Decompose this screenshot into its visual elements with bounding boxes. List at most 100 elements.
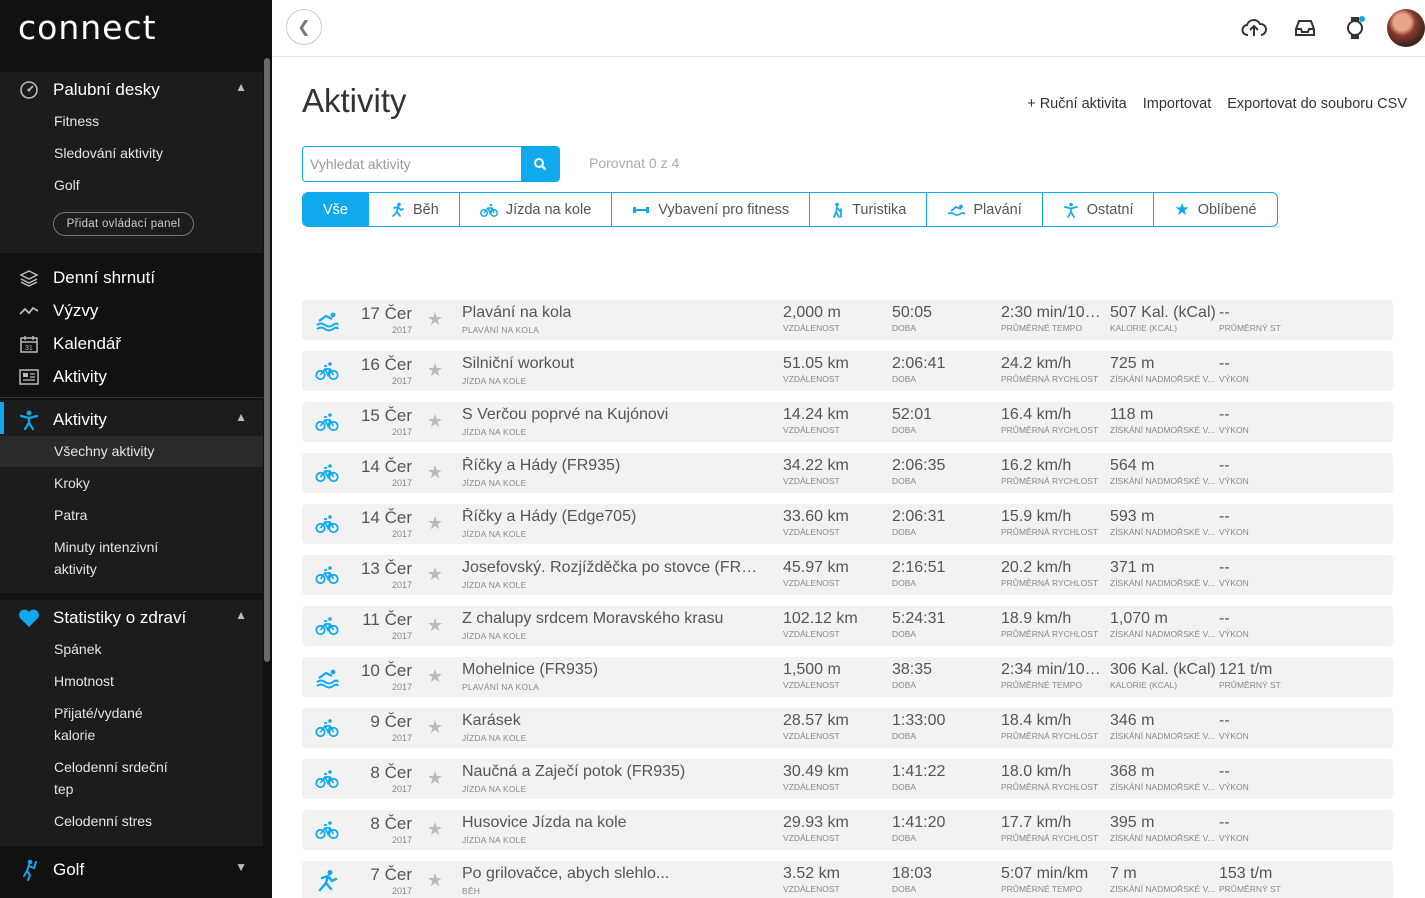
metric-label: DOBA [892,323,917,333]
metric-label: PRŮMĚRNÁ RYCHLOST [1001,629,1099,639]
filter-cycling[interactable]: Jízda na kole [460,193,613,226]
export-csv-link[interactable]: Exportovat do souboru CSV [1227,96,1407,112]
filter-swimming[interactable]: Plavání [927,193,1043,226]
manual-activity-link[interactable]: + Ruční aktivita [1027,96,1127,112]
activity-row[interactable]: 8 Čer 2017 ★ Naučná a Zaječí potok (FR935) J… [302,759,1393,799]
metric-value: -- [1219,763,1230,780]
metric-value: 2:06:31 [892,508,946,525]
activity-row[interactable]: 14 Čer 2017 ★ Říčky a Hády (Edge705) JÍZDA N… [302,504,1393,544]
activity-name[interactable]: Říčky a Hády (Edge705) [462,508,636,526]
filter-favorites[interactable]: ★ Oblíbené [1154,193,1276,226]
calendar-icon: 31 [18,333,40,355]
watch-icon[interactable] [1341,14,1369,42]
activity-row[interactable]: 11 Čer 2017 ★ Z chalupy srdcem Moravského k… [302,606,1393,646]
activity-row[interactable]: 7 Čer 2017 ★ Po grilovačce, abych slehlo...… [302,861,1393,898]
activity-row[interactable]: 15 Čer 2017 ★ S Verčou poprvé na Kujónovi JÍ… [302,402,1393,442]
sidebar-sub-fitness[interactable]: Fitness [54,110,99,132]
activity-name[interactable]: S Verčou poprvé na Kujónovi [462,406,668,424]
connect-logo[interactable]: connect [18,8,157,47]
favorite-star-icon[interactable]: ★ [427,513,443,534]
favorite-star-icon[interactable]: ★ [427,309,443,330]
activity-metric: 2:34 min/100 ... PRŮMĚRNÉ TEMPO [1001,661,1109,690]
sidebar-item-golf[interactable]: Golf ▼ [0,854,263,886]
chevron-down-icon[interactable]: ▼ [235,860,247,874]
search-input[interactable] [303,147,521,181]
activity-name[interactable]: Z chalupy srdcem Moravského krasu [462,610,723,628]
sidebar-item-health-stats[interactable]: Statistiky o zdraví ▲ [0,602,263,634]
activity-type-filter: Vše Běh Jízda na kole Vybavení pro fitne… [302,192,1278,227]
add-dashboard-button[interactable]: Přidat ovládací panel [53,212,194,236]
sidebar-item-activities-feed[interactable]: Aktivity [0,361,263,393]
favorite-star-icon[interactable]: ★ [427,564,443,585]
activity-name[interactable]: Naučná a Zaječí potok (FR935) [462,763,685,781]
chevron-up-icon[interactable]: ▲ [235,410,247,424]
favorite-star-icon[interactable]: ★ [427,870,443,891]
metric-label: VZDÁLENOST [783,323,840,333]
sidebar-item-challenges[interactable]: Výzvy [0,295,263,327]
activity-name[interactable]: Husovice Jízda na kole [462,814,627,832]
activity-name[interactable]: Josefovský. Rozjížděčka po stovce (FR93.… [462,559,762,577]
import-link[interactable]: Importovat [1143,96,1212,112]
activity-name[interactable]: Plavání na kola [462,304,571,322]
sidebar-sub-intensity-minutes[interactable]: Minuty intenzivní aktivity [54,536,184,580]
favorite-star-icon[interactable]: ★ [427,462,443,483]
activity-name[interactable]: Mohelnice (FR935) [462,661,598,679]
activity-metric: 30.49 km VZDÁLENOST [783,763,888,792]
favorite-star-icon[interactable]: ★ [427,411,443,432]
filter-all[interactable]: Vše [303,193,369,226]
activity-metric: 1:41:22 DOBA [892,763,997,792]
search-button[interactable] [521,147,559,181]
favorite-star-icon[interactable]: ★ [427,360,443,381]
activity-row[interactable]: 16 Čer 2017 ★ Silniční workout JÍZDA NA KOLE… [302,351,1393,391]
metric-value: 102.12 km [783,610,858,627]
activity-row[interactable]: 10 Čer 2017 ★ Mohelnice (FR935) PLAVÁNÍ NA K… [302,657,1393,697]
sidebar-sub-activity-tracking[interactable]: Sledování aktivity [54,142,163,164]
activity-row[interactable]: 14 Čer 2017 ★ Říčky a Hády (FR935) JÍZDA NA … [302,453,1393,493]
activity-name[interactable]: Říčky a Hády (FR935) [462,457,620,475]
metric-label: VZDÁLENOST [783,629,840,639]
activity-name[interactable]: Po grilovačce, abych slehlo... [462,865,669,883]
activity-name[interactable]: Silniční workout [462,355,574,373]
upload-cloud-icon[interactable] [1240,14,1268,42]
sidebar-sub-steps[interactable]: Kroky [54,472,90,494]
chevron-up-icon[interactable]: ▲ [235,80,247,94]
activity-metric: -- VÝKON [1219,814,1324,843]
sidebar-sub-heart-rate[interactable]: Celodenní srdeční tep [54,756,179,800]
avatar[interactable] [1387,9,1425,47]
chevron-up-icon[interactable]: ▲ [235,608,247,622]
sidebar-sub-calories[interactable]: Přijaté/vydané kalorie [54,702,164,746]
back-button[interactable]: ❮ [286,9,322,45]
favorite-star-icon[interactable]: ★ [427,768,443,789]
sidebar-item-daily-summary[interactable]: Denní shrnutí [0,262,263,294]
activity-row[interactable]: 9 Čer 2017 ★ Karásek JÍZDA NA KOLE 28.57 km VZ… [302,708,1393,748]
sidebar-item-dashboards[interactable]: Palubní desky ▲ [0,74,263,106]
search-box [302,146,560,182]
sidebar-item-calendar[interactable]: 31 Kalendář [0,328,263,360]
activity-row[interactable]: 17 Čer 2017 ★ Plavání na kola PLAVÁNÍ NA KOL… [302,300,1393,340]
sidebar-sub-sleep[interactable]: Spánek [54,638,101,660]
filter-other[interactable]: Ostatní [1043,193,1155,226]
favorite-star-icon[interactable]: ★ [427,819,443,840]
sidebar-item-activities[interactable]: Aktivity ▲ [0,404,263,436]
filter-running[interactable]: Běh [369,193,460,226]
favorite-star-icon[interactable]: ★ [427,717,443,738]
sidebar-sub-golf[interactable]: Golf [54,174,80,196]
filter-hiking[interactable]: Turistika [810,193,928,226]
compare-counter[interactable]: Porovnat 0 z 4 [589,155,679,171]
activity-year: 2017 [392,835,413,845]
activity-row[interactable]: 8 Čer 2017 ★ Husovice Jízda na kole JÍZDA NA… [302,810,1393,850]
filter-fitness-equipment[interactable]: Vybavení pro fitness [612,193,811,226]
favorite-star-icon[interactable]: ★ [427,615,443,636]
activity-subtype: PLAVÁNÍ NA KOLA [462,325,540,335]
activity-row[interactable]: 13 Čer 2017 ★ Josefovský. Rozjížděčka po st… [302,555,1393,595]
inbox-icon[interactable] [1291,14,1319,42]
sidebar-sub-floors[interactable]: Patra [54,504,87,526]
sidebar-sub-all-activities[interactable]: Všechny aktivity [54,440,154,462]
sidebar-sub-stress[interactable]: Celodenní stres [54,810,152,832]
favorite-star-icon[interactable]: ★ [427,666,443,687]
activity-metric: 1,070 m ZÍSKÁNÍ NADMOŘSKÉ V... [1110,610,1218,639]
sidebar-scrollbar[interactable] [264,58,270,662]
sidebar-sub-weight[interactable]: Hmotnost [54,670,114,692]
metric-value: -- [1219,355,1230,372]
activity-name[interactable]: Karásek [462,712,521,730]
